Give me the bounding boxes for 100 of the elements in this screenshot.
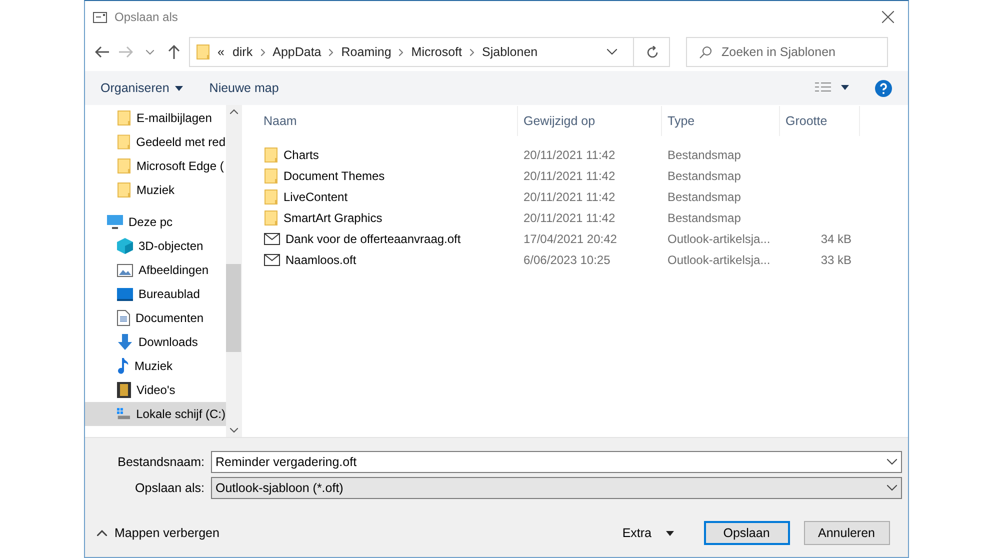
breadcrumb-item[interactable]: Microsoft	[411, 45, 462, 59]
chevron-down-icon[interactable]	[886, 485, 896, 491]
cancel-button[interactable]: Annuleren	[804, 521, 890, 545]
folder-icon	[116, 158, 130, 174]
file-size: 33 kB	[820, 252, 852, 266]
chevron-right-icon	[399, 48, 404, 56]
file-type: Outlook-artikelsja...	[666, 232, 772, 246]
file-row[interactable]: LiveContent 20/11/2021 11:42 Bestandsmap	[258, 186, 908, 207]
down-arrow-icon	[116, 334, 132, 350]
breadcrumb-item[interactable]: Roaming	[341, 45, 392, 59]
file-name: SmartArt Graphics	[282, 210, 382, 224]
address-bar[interactable]: « dirk AppData Roaming Microsoft Sjablonen	[188, 37, 670, 67]
file-type: Bestandsmap	[666, 168, 742, 182]
file-size: 34 kB	[820, 232, 852, 246]
save-button[interactable]: Opslaan	[704, 521, 790, 545]
scroll-down-icon[interactable]	[230, 428, 238, 433]
file-row[interactable]: Document Themes 20/11/2021 11:42 Bestandsmap	[258, 165, 908, 186]
file-name: LiveContent	[282, 190, 348, 204]
file-type: Bestandsmap	[666, 190, 742, 204]
document-icon	[116, 310, 130, 326]
modified-date: 20/11/2021 11:42	[522, 210, 616, 224]
scroll-up-icon[interactable]	[230, 109, 238, 114]
file-name: Naamloos.oft	[284, 252, 356, 266]
breadcrumb-item[interactable]: dirk	[232, 45, 253, 59]
folder-icon	[116, 134, 130, 150]
file-type: Bestandsmap	[666, 148, 742, 162]
modified-date: 17/04/2021 20:42	[522, 232, 618, 246]
search-field[interactable]: Zoeken in Sjablonen	[686, 37, 888, 67]
modified-date: 20/11/2021 11:42	[522, 168, 616, 182]
picture-icon	[116, 264, 132, 276]
column-header[interactable]: Naam	[258, 106, 518, 136]
new-folder-button[interactable]: Nieuwe map	[209, 81, 279, 95]
file-type: Outlook-artikelsja...	[666, 252, 772, 266]
window-icon	[92, 12, 106, 22]
folder-icon	[196, 44, 210, 60]
sidebar-item[interactable]: Muziek	[84, 178, 226, 202]
monitor-icon	[106, 215, 122, 229]
column-header[interactable]: Type	[662, 106, 780, 136]
filename-field[interactable]: Reminder vergadering.oft	[210, 451, 902, 473]
drive-icon	[116, 407, 130, 421]
chevron-right-icon	[470, 48, 474, 56]
cube-icon	[116, 238, 132, 254]
folder-icon	[116, 182, 130, 198]
window-title: Opslaan als	[114, 10, 179, 24]
folder-icon	[116, 110, 130, 126]
file-type: Bestandsmap	[666, 210, 742, 224]
chevron-right-icon	[329, 48, 334, 56]
file-row[interactable]: Naamloos.oft 6/06/2023 10:25 Outlook-artikelsja... 33 kB	[258, 249, 908, 270]
organize-menu[interactable]: Organiseren	[100, 81, 184, 95]
desktop-icon	[116, 288, 132, 300]
sidebar-item[interactable]: Afbeeldingen	[84, 258, 226, 282]
chevron-up-icon	[96, 530, 106, 536]
sidebar-item[interactable]: Microsoft Edge (	[84, 154, 226, 178]
help-icon[interactable]	[874, 80, 892, 96]
breadcrumb-item[interactable]: AppData	[272, 45, 322, 59]
close-icon[interactable]	[882, 11, 894, 23]
sidebar-item[interactable]: Muziek	[84, 354, 226, 378]
column-header[interactable]: Gewijzigd op	[518, 106, 662, 136]
chevron-down-icon[interactable]	[606, 49, 616, 55]
sidebar-item[interactable]: E-mailbijlagen	[84, 106, 226, 130]
envelope-icon	[264, 232, 280, 244]
envelope-icon	[264, 254, 280, 266]
modified-date: 6/06/2023 10:25	[522, 252, 612, 266]
folder-icon	[264, 188, 278, 204]
breadcrumb-overflow[interactable]: «	[218, 45, 224, 59]
view-options-icon[interactable]	[814, 82, 848, 94]
caret-icon	[175, 86, 184, 90]
search-icon	[698, 46, 712, 58]
modified-date: 20/11/2021 11:42	[522, 148, 616, 162]
modified-date: 20/11/2021 11:42	[522, 190, 616, 204]
music-note-icon	[116, 358, 128, 374]
refresh-icon[interactable]	[646, 46, 658, 58]
file-row[interactable]: Charts 20/11/2021 11:42 Bestandsmap	[258, 144, 908, 165]
column-header[interactable]: Grootte	[780, 106, 860, 136]
scrollbar[interactable]	[226, 105, 242, 437]
sidebar-item[interactable]: Video's	[84, 378, 226, 402]
folder-icon	[264, 168, 278, 184]
file-row[interactable]: SmartArt Graphics 20/11/2021 11:42 Bestandsmap	[258, 207, 908, 228]
file-type-dropdown[interactable]: Outlook-sjabloon (*.oft)	[210, 477, 902, 499]
folder-icon	[264, 146, 278, 162]
folder-icon	[264, 210, 278, 226]
sidebar-item[interactable]: Bureaublad	[84, 282, 226, 306]
sidebar-item[interactable]: Documenten	[84, 306, 226, 330]
breadcrumb-item[interactable]: Sjablonen	[482, 45, 538, 59]
sidebar-item[interactable]: Downloads	[84, 330, 226, 354]
sidebar-item[interactable]: Deze pc	[84, 210, 226, 234]
field-label: Bestandsnaam:	[116, 455, 204, 469]
file-name: Document Themes	[282, 168, 385, 182]
caret-icon	[666, 530, 674, 536]
sidebar-item[interactable]: 3D-objecten	[84, 234, 226, 258]
hide-folders-toggle[interactable]: Mappen verbergen	[96, 526, 622, 540]
file-name: Dank voor de offerteaanvraag.oft	[284, 232, 461, 246]
chevron-down-icon[interactable]	[886, 459, 896, 465]
extra-menu[interactable]: Extra	[622, 526, 674, 540]
sidebar-item[interactable]: Gedeeld met red	[84, 130, 226, 154]
file-name: Charts	[282, 148, 319, 162]
file-row[interactable]: Dank voor de offerteaanvraag.oft 17/04/2021 20:42 Outlook-artikelsja... 34 kB	[258, 228, 908, 249]
chevron-right-icon	[260, 48, 265, 56]
film-icon	[116, 382, 130, 398]
sidebar-item[interactable]: Lokale schijf (C:)	[84, 402, 226, 426]
